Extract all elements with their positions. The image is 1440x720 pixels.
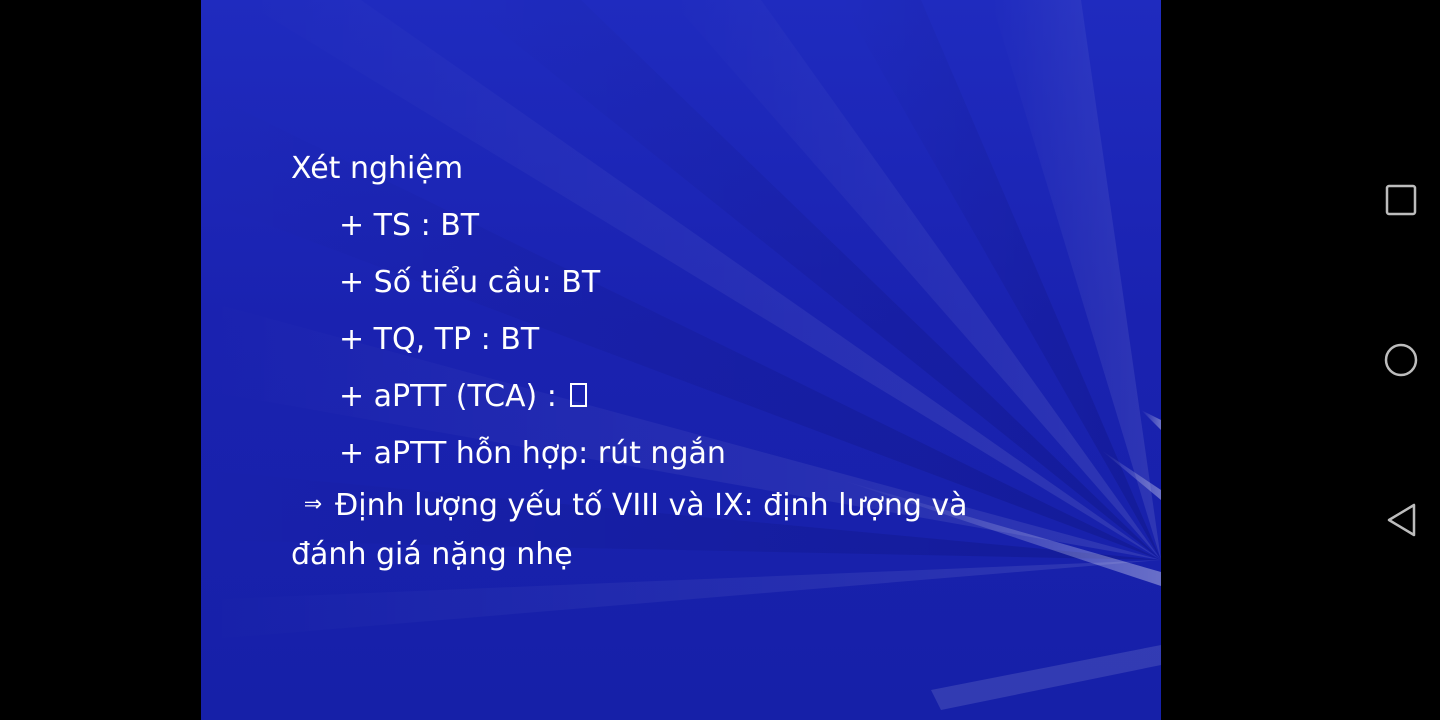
back-button[interactable] xyxy=(1383,502,1419,538)
implies-arrow-icon: ⇒ xyxy=(303,491,323,517)
conclusion-body: Định lượng yếu tố VIII và IX: định lượng… xyxy=(291,488,968,572)
home-button[interactable] xyxy=(1383,342,1419,378)
slide-text-body: Xét nghiệm + TS : BT + Số tiểu cầu: BT +… xyxy=(291,140,1051,579)
circle-icon xyxy=(1384,343,1418,377)
recents-button[interactable] xyxy=(1383,182,1419,218)
screen: Xét nghiệm + TS : BT + Số tiểu cầu: BT +… xyxy=(0,0,1440,720)
slide-heading: Xét nghiệm xyxy=(291,151,464,186)
conclusion-text: ⇒ Định lượng yếu tố VIII và IX: định lượn… xyxy=(291,482,1051,579)
square-icon xyxy=(1385,184,1417,216)
missing-glyph-icon xyxy=(570,382,588,407)
presentation-slide: Xét nghiệm + TS : BT + Số tiểu cầu: BT +… xyxy=(201,0,1161,720)
list-item: + Số tiểu cầu: BT xyxy=(339,265,601,300)
list-item: + TS : BT xyxy=(339,208,480,243)
list-item-aptt: + aPTT (TCA) : xyxy=(291,368,1051,425)
android-navigation-bar xyxy=(1161,0,1440,720)
list-item-text: + aPTT (TCA) : xyxy=(339,379,557,414)
triangle-back-icon xyxy=(1387,503,1416,537)
list-item: + TQ, TP : BT xyxy=(339,322,540,357)
list-item: + aPTT hỗn hợp: rút ngắn xyxy=(339,436,726,471)
